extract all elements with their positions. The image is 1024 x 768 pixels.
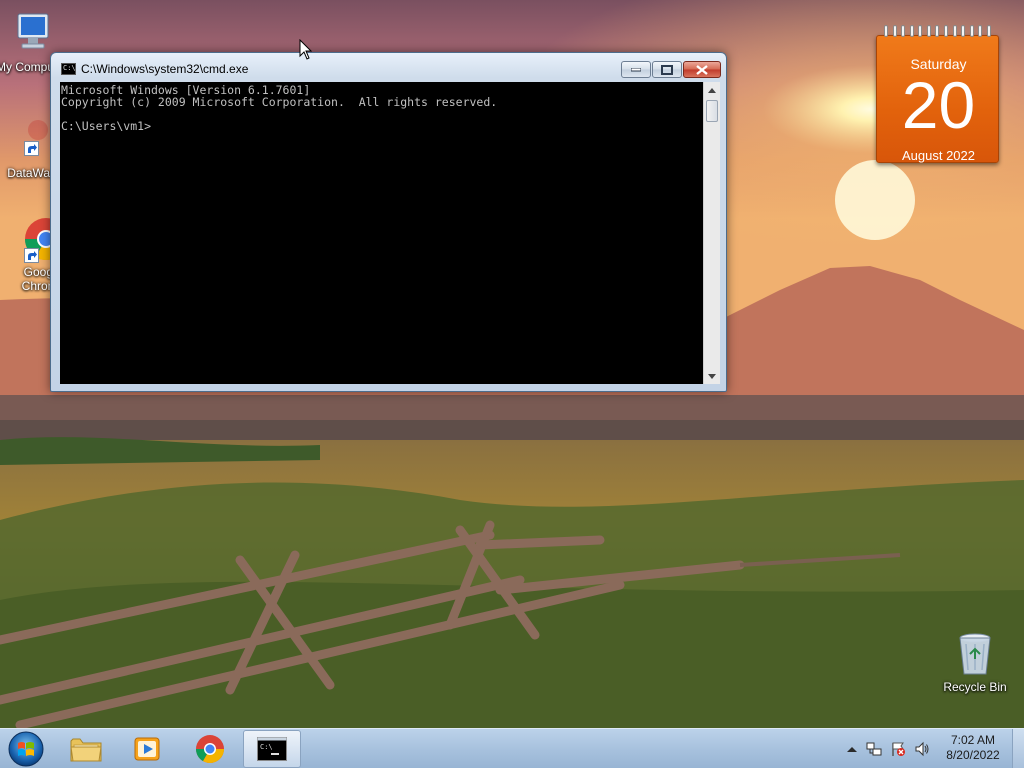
minimize-button[interactable] bbox=[621, 61, 651, 78]
calendar-page: Saturday 20 August 2022 bbox=[876, 35, 999, 163]
shortcut-arrow-icon bbox=[24, 141, 39, 156]
desktop-icon-recycle-bin[interactable]: Recycle Bin bbox=[937, 630, 1013, 694]
clock-time: 7:02 AM bbox=[950, 733, 996, 747]
maximize-icon bbox=[653, 62, 681, 77]
command-prompt-icon[interactable]: C:\ bbox=[61, 63, 76, 75]
command-prompt-icon: C:\ bbox=[257, 737, 287, 761]
console-prompt: C:\Users\vm1> bbox=[61, 119, 152, 133]
folder-icon bbox=[70, 738, 102, 762]
scroll-up-arrow-icon[interactable] bbox=[704, 82, 720, 98]
shortcut-arrow-icon bbox=[24, 248, 39, 263]
show-hidden-icons-icon[interactable] bbox=[844, 741, 860, 757]
show-desktop-button[interactable] bbox=[1012, 729, 1024, 768]
console-output[interactable]: Microsoft Windows [Version 6.1.7601] Cop… bbox=[60, 82, 703, 384]
mouse-pointer-icon bbox=[299, 39, 313, 60]
chrome-icon bbox=[196, 735, 224, 763]
maximize-button[interactable] bbox=[652, 61, 682, 78]
calendar-binding-rings bbox=[878, 25, 997, 39]
window-title: C:\Windows\system32\cmd.exe bbox=[81, 62, 249, 76]
window-titlebar[interactable]: C:\ C:\Windows\system32\cmd.exe bbox=[51, 53, 726, 83]
vertical-scrollbar[interactable] bbox=[703, 82, 720, 384]
taskbar-chrome-button[interactable] bbox=[181, 730, 239, 768]
action-center-icon[interactable] bbox=[890, 741, 906, 757]
network-icon[interactable] bbox=[866, 741, 882, 757]
cmd-window[interactable]: C:\ C:\Windows\system32\cmd.exe Microsof… bbox=[50, 52, 727, 392]
media-player-icon bbox=[134, 737, 160, 761]
notification-area: 7:02 AM 8/20/2022 bbox=[840, 729, 1024, 768]
taskbar-media-player-button[interactable] bbox=[118, 730, 176, 768]
desktop-icon-label: Recycle Bin bbox=[943, 680, 1007, 694]
computer-icon bbox=[8, 10, 56, 58]
chrome-icon bbox=[8, 215, 67, 263]
datawag-shortcut-icon bbox=[8, 116, 56, 164]
calendar-month-year: August 2022 bbox=[901, 148, 975, 163]
calendar-date: 20 bbox=[901, 68, 976, 142]
recycle-bin-icon bbox=[951, 630, 999, 678]
taskbar-explorer-button[interactable] bbox=[57, 730, 115, 768]
clock-date: 8/20/2022 bbox=[946, 748, 1000, 762]
calendar-gadget[interactable]: Saturday 20 August 2022 bbox=[874, 25, 1001, 163]
close-button[interactable] bbox=[683, 61, 721, 78]
scroll-down-arrow-icon[interactable] bbox=[704, 368, 720, 384]
windows-orb-icon bbox=[8, 731, 44, 767]
start-button[interactable] bbox=[4, 730, 48, 768]
volume-icon[interactable] bbox=[914, 741, 930, 757]
scrollbar-thumb[interactable] bbox=[706, 100, 718, 122]
taskbar: C:\ 7:02 AM 8/20/2022 bbox=[0, 728, 1024, 768]
taskbar-clock[interactable]: 7:02 AM 8/20/2022 bbox=[940, 733, 1006, 763]
minimize-icon bbox=[622, 62, 650, 77]
svg-text:C:\: C:\ bbox=[260, 743, 273, 751]
console-line: Copyright (c) 2009 Microsoft Corporation… bbox=[61, 95, 498, 109]
taskbar-cmd-button[interactable]: C:\ bbox=[243, 730, 301, 768]
close-icon bbox=[684, 62, 720, 77]
